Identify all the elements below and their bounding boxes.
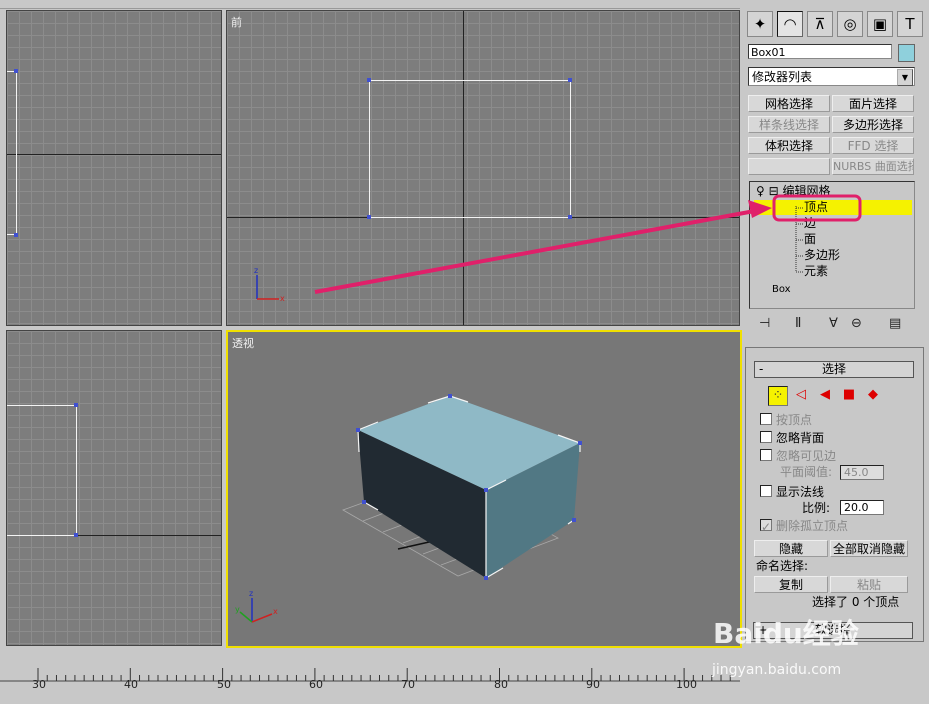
highlight-box bbox=[772, 194, 862, 222]
ruler-label: 30 bbox=[32, 678, 46, 691]
pointer-arrow bbox=[314, 208, 761, 294]
ruler-label: 40 bbox=[124, 678, 138, 691]
time-ruler[interactable]: 30 40 50 60 70 80 90 100 bbox=[0, 660, 740, 704]
annotation-overlay bbox=[314, 194, 862, 294]
ruler-label: 90 bbox=[586, 678, 600, 691]
ruler-label: 60 bbox=[309, 678, 323, 691]
baidu-watermark-logo: Baidu经验 bbox=[713, 617, 859, 650]
ruler-label: 50 bbox=[217, 678, 231, 691]
arrow-head-icon bbox=[748, 200, 772, 218]
watermark-url: jingyan.baidu.com bbox=[712, 662, 842, 678]
ruler-ticks bbox=[0, 668, 740, 682]
ruler-label: 100 bbox=[676, 678, 697, 691]
ruler-label: 70 bbox=[401, 678, 415, 691]
ruler-label: 80 bbox=[494, 678, 508, 691]
